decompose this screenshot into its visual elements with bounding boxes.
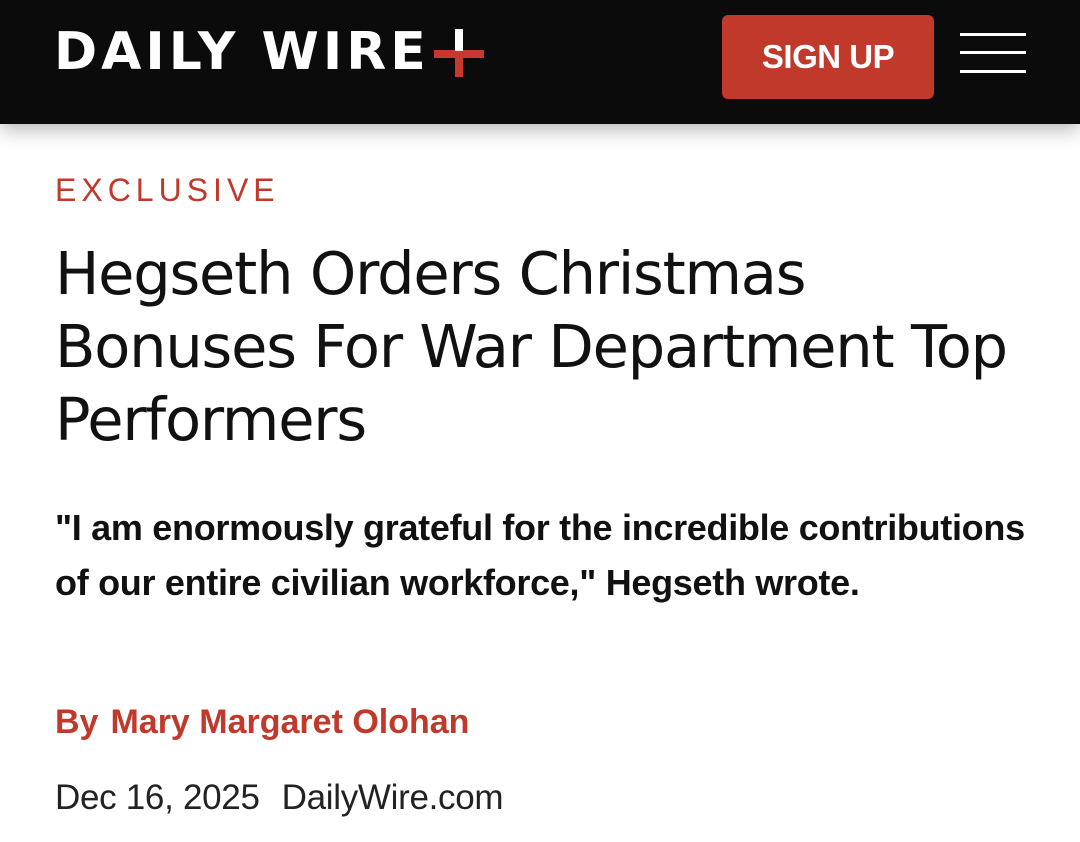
publish-date: Dec 16, 2025	[55, 778, 260, 817]
source-site: DailyWire.com	[281, 778, 504, 817]
plus-icon	[433, 27, 484, 77]
byline-prefix: By	[55, 703, 99, 741]
top-navigation-bar: DAILY WIRE SIGN UP	[0, 0, 1080, 124]
hamburger-menu-icon[interactable]	[960, 30, 1026, 76]
article-headline: Hegseth Orders Christmas Bonuses For War…	[55, 239, 1008, 454]
daily-wire-plus-logo[interactable]: DAILY WIRE	[54, 22, 484, 82]
author-link[interactable]: Mary Margaret Olohan	[110, 703, 469, 741]
article-meta: Dec 16, 2025 DailyWire.com	[55, 776, 504, 820]
sign-up-button[interactable]: SIGN UP	[722, 15, 934, 99]
article-kicker: EXCLUSIVE	[55, 172, 280, 208]
article-subheadline: "I am enormously grateful for the incred…	[55, 507, 1025, 603]
byline: By Mary Margaret Olohan	[55, 700, 469, 744]
logo-text: DAILY WIRE	[54, 22, 430, 82]
